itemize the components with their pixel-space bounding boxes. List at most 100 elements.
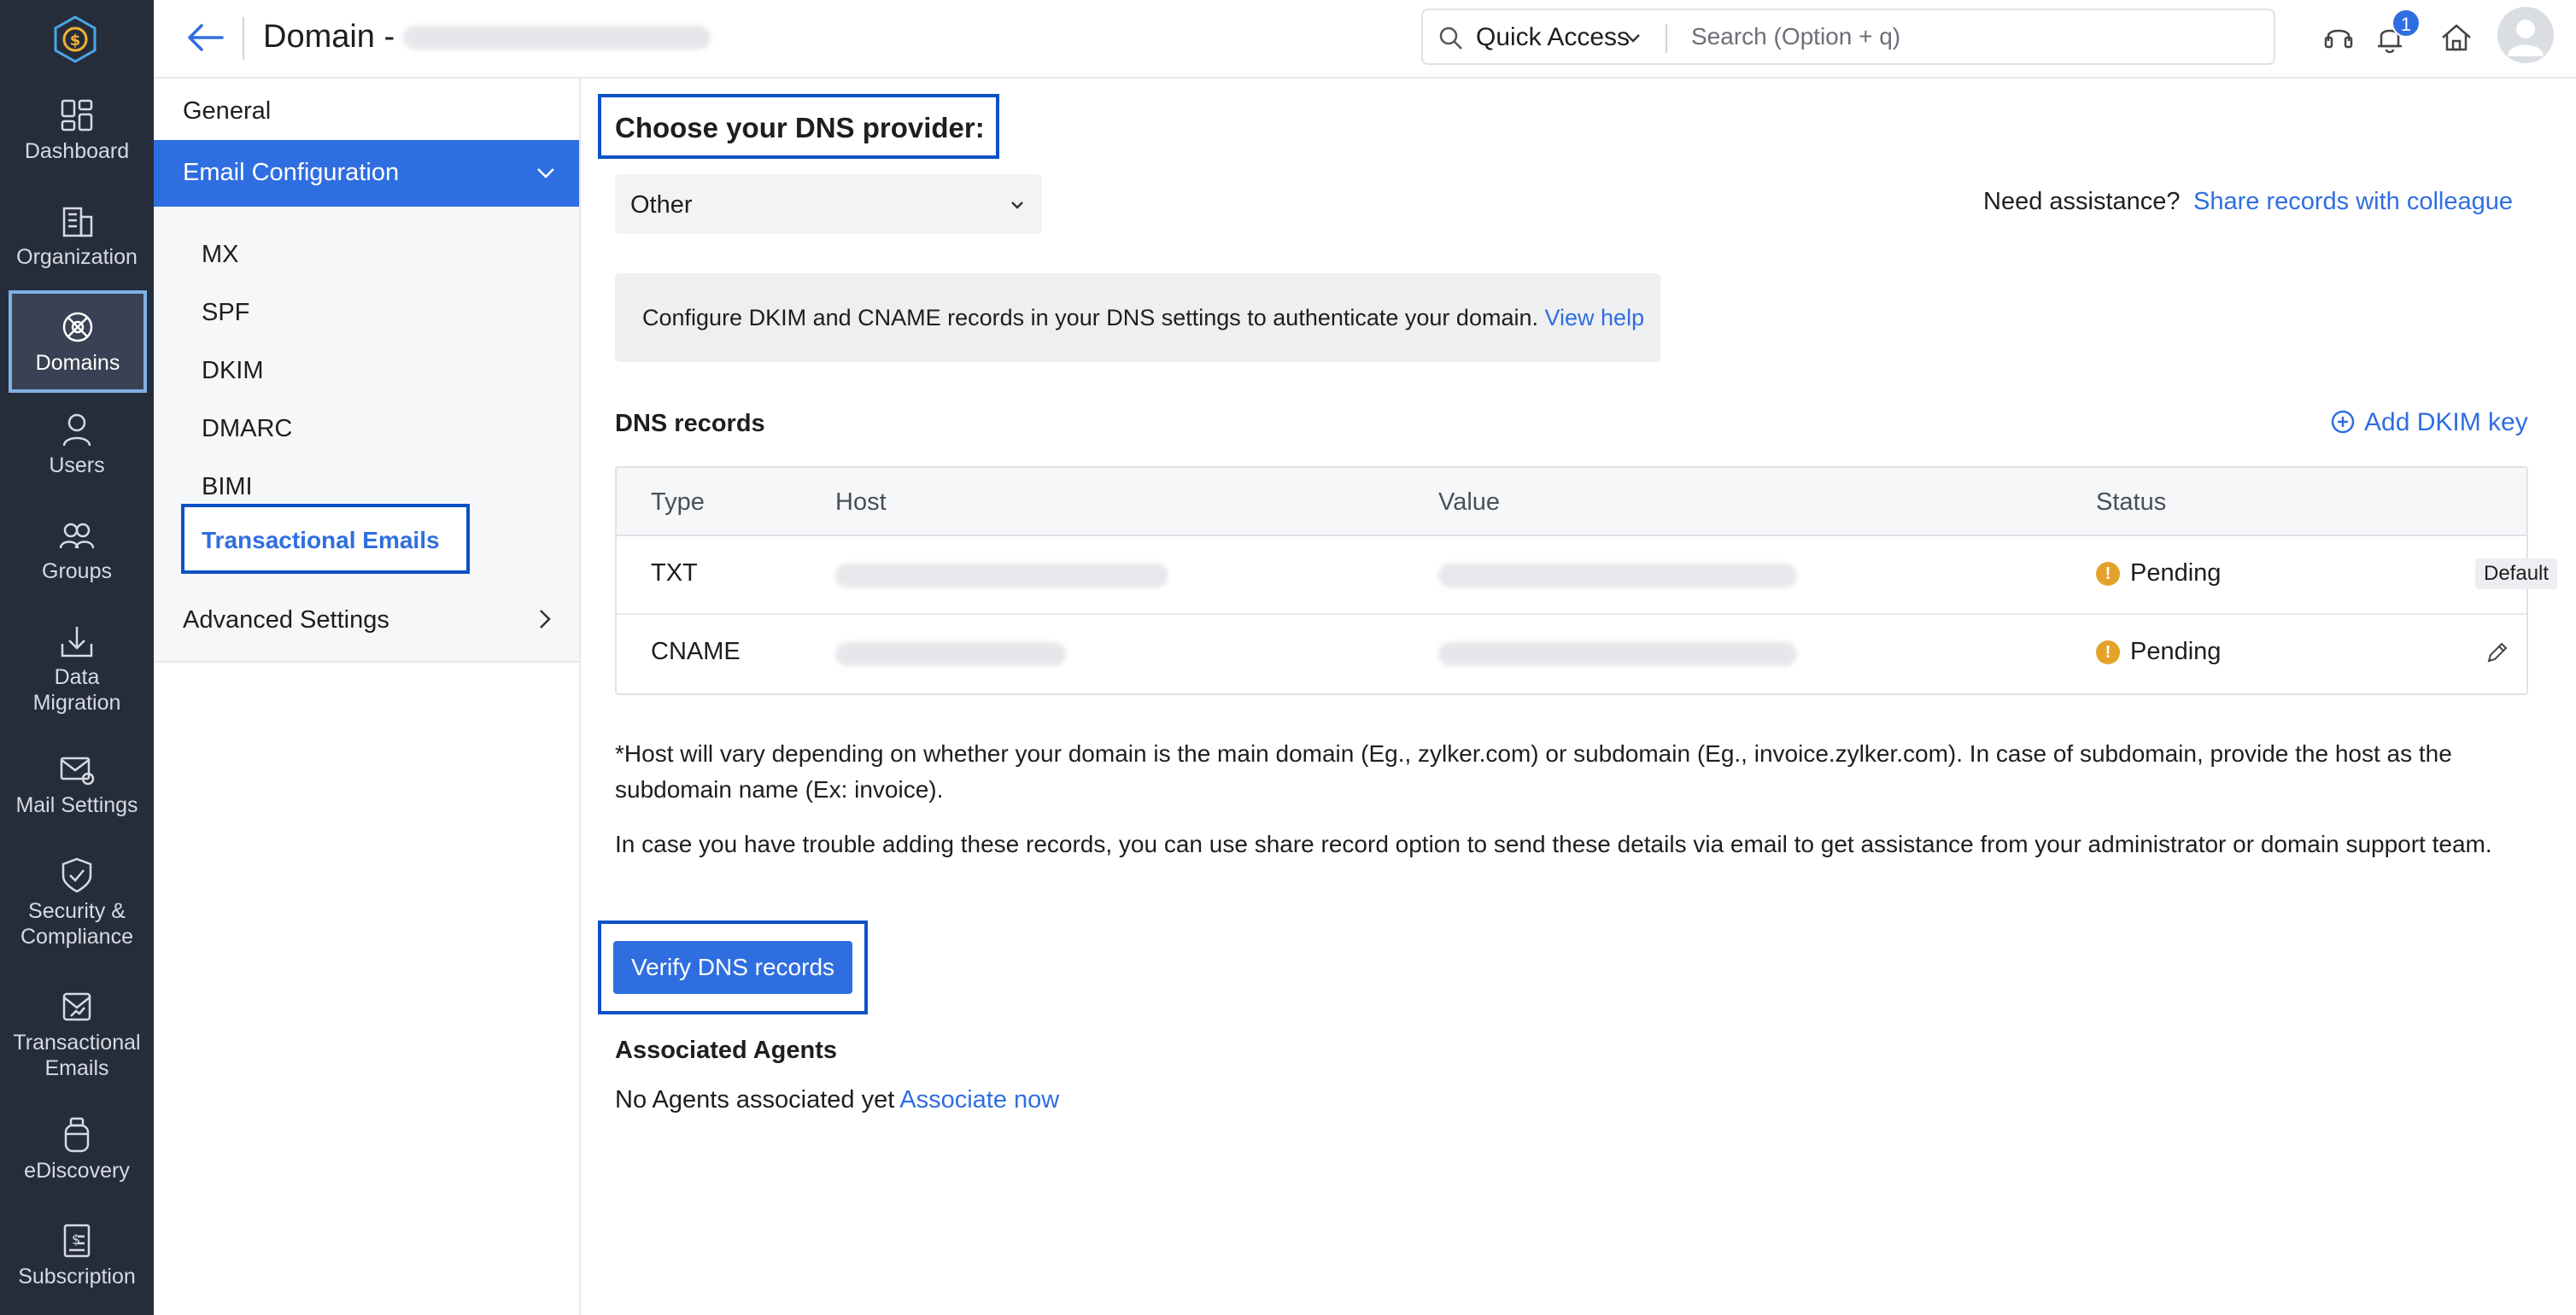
nav-label: Transactional Emails — [13, 1031, 141, 1080]
nav-item-ediscovery[interactable]: eDiscovery — [9, 1115, 145, 1184]
app-root: $ Dashboard Organization Domains Users G… — [0, 0, 2576, 1315]
nav-label: Groups — [42, 559, 112, 583]
associated-agents-title: Associated Agents — [615, 1037, 837, 1064]
subnav-item-dmarc[interactable]: DMARC — [202, 415, 292, 443]
subnav-item-advanced-settings[interactable]: Advanced Settings — [183, 606, 389, 634]
nav-label: Organization — [16, 245, 138, 269]
ediscovery-icon — [64, 1117, 90, 1153]
top-header: Domain - Quick Access 1 — [154, 0, 2576, 79]
column-header-host: Host — [835, 488, 887, 516]
dns-records-table: Type Host Value Status TXT ! Pending Defa… — [615, 466, 2558, 695]
back-arrow-icon[interactable] — [184, 19, 227, 56]
chevron-down-icon — [1011, 202, 1023, 209]
search-icon — [1439, 26, 1462, 50]
table-row: TXT ! Pending Default — [617, 536, 2558, 615]
nav-label: Mail Settings — [15, 793, 138, 817]
verify-highlight: Verify DNS records — [598, 920, 868, 1014]
nav-item-data-migration[interactable]: Data Migration — [9, 622, 145, 716]
search-box[interactable]: Quick Access — [1421, 9, 2275, 65]
dashboard-icon — [61, 99, 93, 132]
column-header-status: Status — [2096, 488, 2167, 516]
share-records-link[interactable]: Share records with colleague — [2193, 188, 2513, 216]
redacted-value — [1438, 564, 1797, 587]
groups-icon — [59, 523, 95, 549]
nav-item-mail-settings[interactable]: Mail Settings — [9, 750, 145, 818]
notification-badge: 1 — [2392, 9, 2421, 38]
search-divider — [1666, 24, 1667, 53]
nav-label: Domains — [35, 351, 120, 375]
chevron-right-icon[interactable] — [538, 608, 552, 630]
subnav-label: Transactional Emails — [202, 527, 440, 553]
record-status: ! Pending — [2096, 638, 2221, 666]
default-tag: Default — [2475, 558, 2558, 589]
settings-subnav: General Email Configuration MX SPF DKIM … — [154, 79, 581, 1315]
nav-item-groups[interactable]: Groups — [9, 516, 145, 584]
pending-warning-icon: ! — [2096, 640, 2120, 664]
dns-provider-select[interactable]: Other — [615, 174, 1042, 234]
avatar-user-icon — [2508, 20, 2544, 56]
search-input[interactable] — [1679, 15, 2260, 58]
svg-text:$: $ — [70, 32, 81, 50]
no-agents-label: No Agents associated yet — [615, 1086, 895, 1113]
quick-access-dropdown[interactable]: Quick Access — [1476, 23, 1630, 52]
chevron-down-icon[interactable] — [1625, 31, 1642, 46]
trouble-note: In case you have trouble adding these re… — [615, 831, 2492, 857]
subnav-item-bimi[interactable]: BIMI — [202, 473, 253, 501]
assistance-label: Need assistance? — [1983, 188, 2181, 215]
view-help-link[interactable]: View help — [1545, 305, 1645, 330]
associate-now-link[interactable]: Associate now — [899, 1086, 1059, 1113]
nav-item-subscription[interactable]: $ Subscription — [9, 1221, 145, 1289]
subnav-item-dkim[interactable]: DKIM — [202, 357, 264, 385]
status-label: Pending — [2130, 638, 2222, 665]
nav-item-domains[interactable]: Domains — [9, 290, 147, 393]
nav-item-dashboard[interactable]: Dashboard — [9, 96, 145, 164]
status-label: Pending — [2130, 559, 2222, 587]
email-config-children: MX SPF DKIM DMARC BIMI — [154, 207, 579, 663]
support-headset-icon[interactable] — [2321, 19, 2356, 56]
associated-agents-text: No Agents associated yet Associate now — [615, 1086, 1059, 1114]
nav-label: Users — [49, 453, 105, 477]
add-dkim-key-button[interactable]: Add DKIM key — [2330, 408, 2528, 437]
main-content: Choose your DNS provider: Other Need ass… — [581, 79, 2576, 1315]
subnav-item-spf[interactable]: SPF — [202, 299, 249, 327]
provider-heading: Choose your DNS provider: — [615, 112, 985, 143]
edit-pencil-icon[interactable] — [2484, 640, 2509, 666]
nav-rail: $ Dashboard Organization Domains Users G… — [0, 0, 154, 1315]
security-icon — [61, 857, 92, 893]
record-status: ! Pending — [2096, 559, 2221, 587]
subnav-item-transactional-emails[interactable]: Transactional Emails — [181, 504, 470, 574]
header-divider — [243, 17, 244, 60]
nav-label: Dashboard — [24, 139, 130, 163]
host-note: *Host will vary depending on whether you… — [615, 740, 2452, 803]
record-type: TXT — [651, 559, 698, 587]
nav-label: Data Migration — [32, 665, 121, 715]
record-type: CNAME — [651, 638, 741, 665]
chevron-down-icon — [537, 168, 554, 178]
info-text-wrap: Configure DKIM and CNAME records in your… — [642, 305, 1644, 331]
redacted-domain — [403, 26, 711, 50]
subnav-item-general[interactable]: General — [183, 97, 271, 126]
nav-item-security[interactable]: Security & Compliance — [9, 856, 145, 950]
redacted-host — [835, 642, 1066, 666]
avatar[interactable] — [2497, 7, 2554, 63]
subnav-item-email-configuration[interactable]: Email Configuration — [154, 140, 579, 207]
nav-item-users[interactable]: Users — [9, 410, 145, 478]
verify-dns-records-button[interactable]: Verify DNS records — [613, 941, 852, 994]
nav-item-organization[interactable]: Organization — [9, 202, 145, 270]
redacted-host — [835, 564, 1168, 587]
provider-heading-box: Choose your DNS provider: — [598, 94, 999, 159]
dns-provider-value: Other — [630, 191, 693, 219]
app-logo-icon[interactable]: $ — [50, 14, 101, 65]
home-icon[interactable] — [2439, 19, 2474, 56]
subnav-item-mx[interactable]: MX — [202, 241, 239, 269]
nav-item-transactional-emails[interactable]: Transactional Emails — [9, 987, 145, 1081]
pending-warning-icon: ! — [2096, 562, 2120, 586]
nav-label: eDiscovery — [24, 1159, 130, 1183]
column-header-value: Value — [1438, 488, 1501, 516]
domains-icon — [62, 312, 93, 342]
add-circle-icon — [2331, 410, 2355, 434]
organization-icon — [62, 207, 93, 237]
nav-label: Subscription — [18, 1265, 136, 1289]
svg-text:$: $ — [72, 1231, 80, 1248]
page-title: Domain - — [263, 19, 395, 55]
